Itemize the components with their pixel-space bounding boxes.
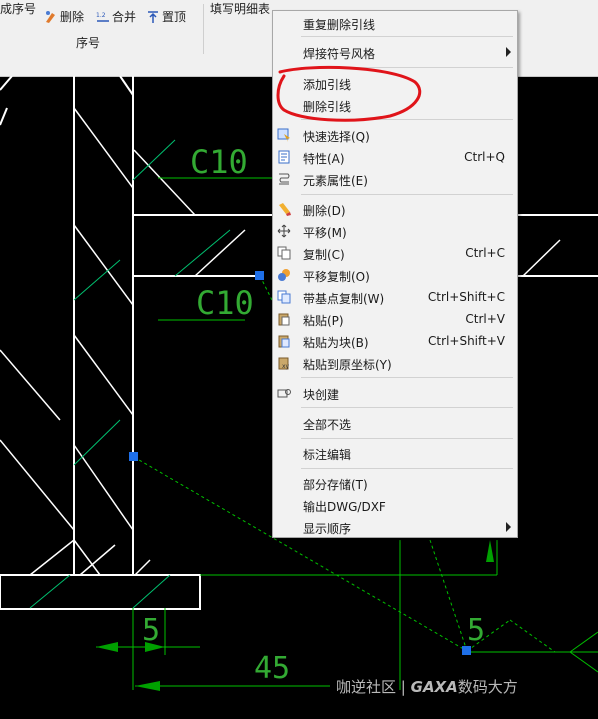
copy-base-point-icon — [277, 290, 291, 304]
sequence-group-label: 序号 — [76, 36, 101, 50]
menu-item-export-dwg-dxf[interactable]: 输出DWG/DXF — [273, 494, 517, 516]
menu-separator — [301, 407, 513, 408]
move-icon — [277, 224, 291, 238]
menu-item-label: 平移复制(O) — [303, 270, 370, 284]
red-highlight-annotation — [276, 65, 422, 122]
menu-item-label: 快速选择(Q) — [303, 130, 370, 144]
element-attributes-icon — [279, 173, 290, 185]
menu-item-label: 显示顺序 — [303, 522, 352, 536]
menu-item-label: 粘贴(P) — [303, 314, 344, 328]
merge-sequence-icon: 1.2 — [96, 12, 109, 22]
menu-item-paste[interactable]: 粘贴(P) Ctrl+V — [273, 308, 517, 330]
grip-handle[interactable] — [462, 646, 471, 655]
menu-item-label: 输出DWG/DXF — [303, 500, 386, 514]
watermark-community: 咖逆社区 — [336, 678, 397, 696]
delete-sequence-button[interactable]: 删除 — [44, 8, 84, 25]
menu-item-label: 特性(A) — [303, 152, 345, 166]
menu-item-paste-as-block[interactable]: 粘贴为块(B) Ctrl+Shift+V — [273, 330, 517, 352]
ribbon-separator — [203, 4, 204, 54]
delete-sequence-label: 删除 — [60, 10, 85, 24]
menu-separator — [301, 36, 513, 37]
menu-item-label: 删除(D) — [303, 204, 346, 218]
menu-item-label: 元素属性(E) — [303, 174, 368, 188]
menu-item-copy[interactable]: 复制(C) Ctrl+C — [273, 242, 517, 264]
svg-text:1.2: 1.2 — [96, 12, 106, 19]
delete-sequence-icon — [46, 10, 55, 23]
menu-item-label: 粘贴到原坐标(Y) — [303, 358, 392, 372]
properties-icon — [278, 150, 290, 164]
watermark-divider: | — [400, 678, 406, 696]
menu-item-properties[interactable]: 特性(A) Ctrl+Q — [273, 146, 517, 168]
menu-separator — [301, 377, 513, 378]
svg-text:xy: xy — [282, 363, 290, 370]
menu-item-label: 全部不选 — [303, 418, 352, 432]
menu-item-label: 平移(M) — [303, 226, 347, 240]
menu-item-shortcut: Ctrl+Q — [464, 150, 505, 164]
paste-icon — [278, 313, 290, 326]
grip-handle[interactable] — [255, 271, 264, 280]
paste-original-coords-icon: xy — [278, 357, 290, 370]
dimension-45: 45 — [254, 651, 290, 686]
block-create-icon — [277, 389, 291, 398]
weld-label-c10-top: C10 — [190, 143, 248, 181]
menu-item-shortcut: Ctrl+C — [465, 246, 505, 260]
watermark-brand-latin: GAXA — [410, 678, 458, 696]
menu-item-label: 重复删除引线 — [303, 18, 376, 32]
menu-item-element-attributes[interactable]: 元素属性(E) — [273, 168, 517, 190]
merge-sequence-label: 合并 — [112, 10, 137, 24]
copy-icon — [277, 246, 291, 260]
dimension-5-left: 5 — [142, 613, 160, 648]
bring-to-top-icon — [148, 10, 158, 23]
menu-item-shortcut: Ctrl+Shift+C — [427, 290, 505, 304]
menu-item-move[interactable]: 平移(M) — [273, 220, 517, 242]
menu-item-shortcut: Ctrl+Shift+V — [428, 334, 505, 348]
generate-sequence-label[interactable]: 成序号 — [0, 0, 36, 17]
submenu-arrow-icon — [506, 47, 511, 57]
menu-item-label: 带基点复制(W) — [303, 292, 385, 306]
menu-item-display-order[interactable]: 显示顺序 — [273, 516, 517, 538]
grip-handle[interactable] — [129, 452, 138, 461]
green-hatch — [29, 139, 231, 609]
menu-item-move-copy[interactable]: 平移复制(O) — [273, 264, 517, 286]
move-copy-icon — [278, 269, 290, 281]
menu-item-dimension-edit[interactable]: 标注编辑 — [273, 442, 517, 464]
menu-item-label: 标注编辑 — [303, 448, 352, 462]
submenu-arrow-icon — [506, 522, 511, 532]
menu-item-copy-with-base-point[interactable]: 带基点复制(W) Ctrl+Shift+C — [273, 286, 517, 308]
watermark-brand-cn: 数码大方 — [457, 678, 518, 696]
menu-item-label: 复制(C) — [303, 248, 345, 262]
menu-item-delete[interactable]: 删除(D) — [273, 198, 517, 220]
menu-separator — [301, 468, 513, 469]
bring-to-top-button[interactable]: 置顶 — [146, 8, 186, 25]
bring-to-top-label: 置顶 — [162, 10, 187, 24]
menu-item-label: 粘贴为块(B) — [303, 336, 369, 350]
menu-separator — [301, 438, 513, 439]
menu-item-repeat-delete-leader[interactable]: 重复删除引线 — [273, 12, 517, 34]
eraser-icon — [279, 203, 291, 216]
weld-label-c10-bottom: C10 — [196, 284, 254, 322]
dimension-5-right: 5 — [467, 613, 485, 648]
menu-item-deselect-all[interactable]: 全部不选 — [273, 412, 517, 434]
menu-item-label: 块创建 — [303, 388, 340, 402]
fill-detail-table-label[interactable]: 填写明细表 — [210, 0, 270, 17]
quick-select-icon — [277, 128, 290, 142]
merge-sequence-button[interactable]: 1.2 合并 — [96, 8, 136, 25]
menu-separator — [301, 194, 513, 195]
menu-item-paste-original-coords[interactable]: xy 粘贴到原坐标(Y) — [273, 352, 517, 374]
paste-block-icon — [278, 335, 290, 348]
menu-item-label: 部分存储(T) — [303, 478, 368, 492]
menu-item-block-create[interactable]: 块创建 — [273, 382, 517, 404]
menu-item-partial-save[interactable]: 部分存储(T) — [273, 472, 517, 494]
watermark: 咖逆社区 | GAXA数码大方 — [336, 676, 518, 697]
menu-item-shortcut: Ctrl+V — [465, 312, 505, 326]
